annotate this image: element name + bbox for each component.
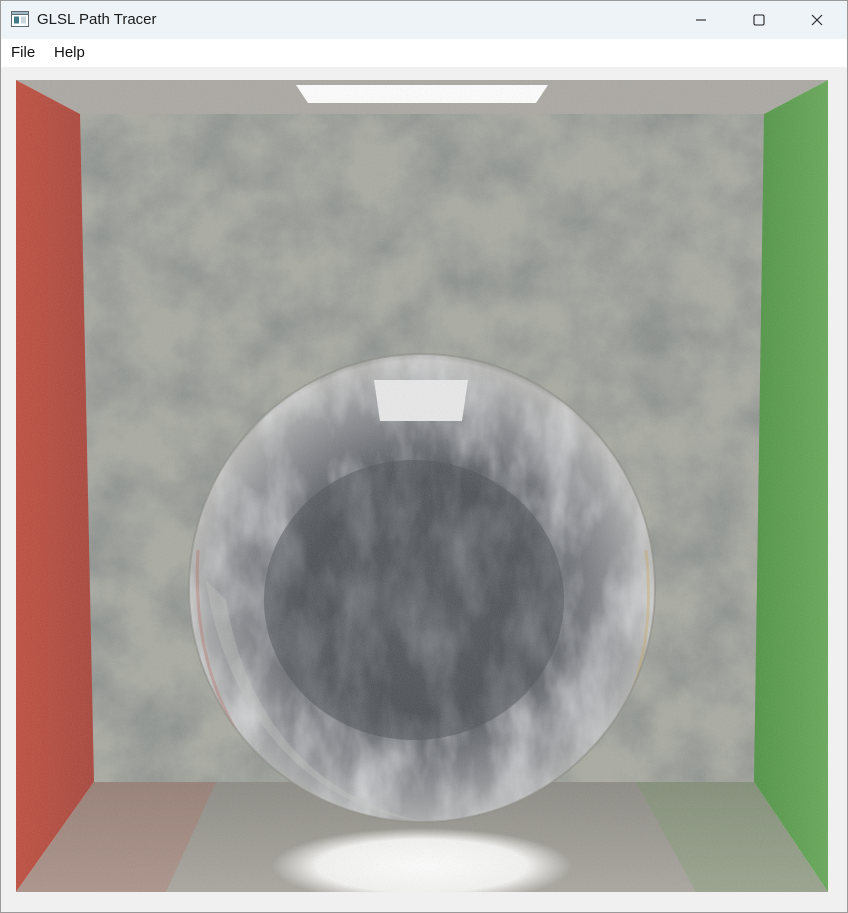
minimize-button[interactable] [672,1,730,39]
minimize-icon [695,14,707,26]
maximize-button[interactable] [730,1,788,39]
title-bar[interactable]: GLSL Path Tracer [1,1,847,39]
close-button[interactable] [788,1,846,39]
menu-help[interactable]: Help [54,44,85,61]
app-window-icon [11,11,29,27]
maximize-icon [753,14,765,26]
app-window: GLSL Path Tracer File Help [0,0,848,913]
path-traced-render [16,80,828,892]
window-title: GLSL Path Tracer [37,11,157,28]
close-icon [811,14,823,26]
render-viewport[interactable] [16,80,828,892]
menu-file[interactable]: File [11,44,35,61]
menu-bar: File Help [1,39,847,67]
